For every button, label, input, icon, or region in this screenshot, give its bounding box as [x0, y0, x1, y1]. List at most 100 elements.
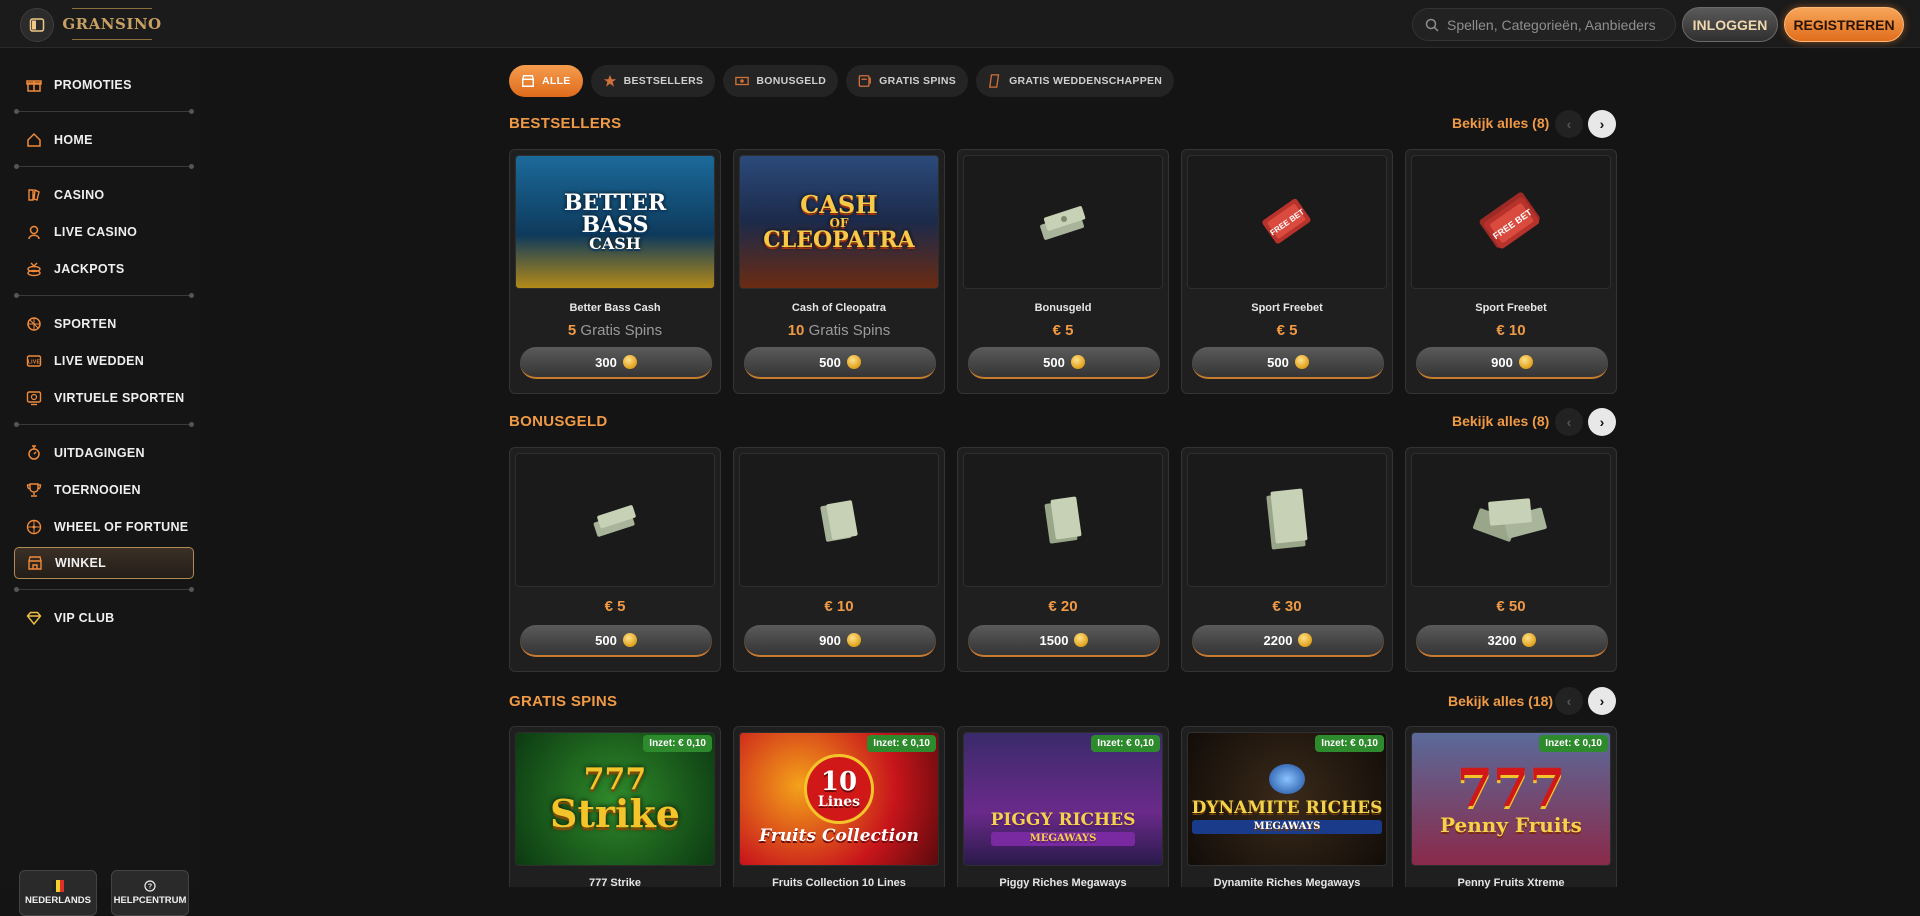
- shop-card[interactable]: Bonusgeld € 5 500: [957, 149, 1169, 394]
- filter-label: ALLE: [542, 75, 571, 87]
- cash-stack-icon: [593, 505, 636, 537]
- carousel-next-button[interactable]: ›: [1588, 408, 1616, 436]
- see-all-gratis-spins-link[interactable]: Bekijk alles (18): [1448, 693, 1553, 709]
- sidebar-item-home[interactable]: HOME: [14, 125, 194, 155]
- shop-card[interactable]: 777 Penny Fruits Inzet: € 0,10 Penny Frui…: [1405, 726, 1617, 889]
- shop-card[interactable]: CASH OF CLEOPATRA Cash of Cleopatra 10 Gra…: [733, 149, 945, 394]
- sidebar-divider: [14, 164, 194, 169]
- price-value: 500: [1043, 354, 1065, 370]
- sports-ball-icon: [26, 316, 42, 332]
- filter-gratis-spins[interactable]: GRATIS SPINS: [846, 65, 969, 97]
- buy-button[interactable]: 2200: [1192, 625, 1384, 657]
- card-reward: 10 Gratis Spins: [734, 322, 944, 339]
- buy-button[interactable]: 500: [1192, 347, 1384, 379]
- buy-button[interactable]: 900: [1416, 347, 1608, 379]
- sidebar-toggle-button[interactable]: [20, 8, 54, 42]
- sidebar-item-casino[interactable]: CASINO: [14, 180, 194, 210]
- card-name: Better Bass Cash: [569, 302, 661, 314]
- search-bar[interactable]: [1412, 8, 1676, 41]
- carousel-next-button[interactable]: ›: [1588, 687, 1616, 715]
- shop-card[interactable]: BETTER BASS CASH Better Bass Cash 5 Gratis…: [509, 149, 721, 394]
- shop-card[interactable]: FREE BET Sport Freebet € 10 900: [1405, 149, 1617, 394]
- buy-button[interactable]: 1500: [968, 625, 1160, 657]
- price-value: 500: [595, 632, 617, 648]
- sidebar-item-label: CASINO: [54, 188, 105, 202]
- sidebar-item-vip-club[interactable]: VIP CLUB: [14, 603, 194, 633]
- filter-all[interactable]: ALLE: [509, 65, 583, 97]
- language-label: NEDERLANDS: [25, 895, 91, 906]
- card-name: Piggy Riches Megaways: [999, 877, 1127, 889]
- shop-card[interactable]: € 20 1500: [957, 447, 1169, 672]
- jackpot-icon: [26, 261, 42, 277]
- sidebar-item-label: LIVE WEDDEN: [54, 354, 145, 368]
- sidebar-item-live-casino[interactable]: LIVE CASINO: [14, 217, 194, 247]
- bonus-money-thumbnail: [739, 453, 939, 587]
- carousel-prev-button[interactable]: ‹: [1555, 687, 1583, 715]
- sidebar-item-virtuele-sporten[interactable]: VIRTUELE SPORTEN: [14, 383, 194, 413]
- live-betting-icon: LIVE: [26, 353, 42, 369]
- coin-icon: [1074, 633, 1089, 647]
- section-title-gratis-spins: GRATIS SPINS: [509, 693, 618, 710]
- shop-card[interactable]: € 10 900: [733, 447, 945, 672]
- buy-button[interactable]: 500: [744, 347, 936, 379]
- buy-button[interactable]: 300: [520, 347, 712, 379]
- search-input[interactable]: [1447, 16, 1657, 33]
- shop-card[interactable]: 10 Lines Fruits Collection Inzet: € 0,10 F…: [733, 726, 945, 889]
- card-amount: € 50: [1496, 598, 1526, 615]
- sidebar-divider: [14, 293, 194, 298]
- buy-button[interactable]: 900: [744, 625, 936, 657]
- filter-bonusgeld[interactable]: BONUSGELD: [723, 65, 839, 97]
- see-all-bonusgeld-link[interactable]: Bekijk alles (8): [1452, 413, 1549, 429]
- card-amount: € 5: [1052, 322, 1074, 339]
- shop-card[interactable]: DYNAMITE RICHES MEGAWAYS Inzet: € 0,10 Dy…: [1181, 726, 1393, 889]
- shop-card[interactable]: € 5 500: [509, 447, 721, 672]
- buy-button[interactable]: 500: [520, 625, 712, 657]
- filter-bestsellers[interactable]: BESTSELLERS: [590, 65, 716, 97]
- card-name: Dynamite Riches Megaways: [1213, 877, 1361, 889]
- shop-card[interactable]: € 50 3200: [1405, 447, 1617, 672]
- search-icon: [1425, 18, 1439, 32]
- sidebar-item-label: UITDAGINGEN: [54, 446, 145, 460]
- sidebar-item-sporten[interactable]: SPORTEN: [14, 309, 194, 339]
- game-thumbnail-penny-fruits: 777 Penny Fruits Inzet: € 0,10: [1411, 732, 1611, 866]
- coin-icon: [622, 633, 637, 647]
- card-name: Sport Freebet: [1475, 302, 1547, 314]
- spins-icon: [858, 75, 872, 87]
- sidebar-item-live-wedden[interactable]: LIVE LIVE WEDDEN: [14, 346, 194, 376]
- shop-card[interactable]: FREE BET Sport Freebet € 5 500: [1181, 149, 1393, 394]
- chevron-left-icon: ‹: [1566, 414, 1572, 430]
- sidebar-item-winkel[interactable]: WINKEL: [14, 547, 194, 579]
- carousel-prev-button[interactable]: ‹: [1555, 110, 1583, 138]
- shop-card[interactable]: PIGGY RICHES MEGAWAYS Inzet: € 0,10 Piggy…: [957, 726, 1169, 889]
- register-button[interactable]: REGISTREREN: [1784, 7, 1904, 42]
- belgium-flag-icon: [52, 880, 64, 892]
- game-logo: BETTER BASS CASH: [563, 190, 667, 253]
- price-value: 1500: [1039, 632, 1069, 648]
- sidebar-item-label: WHEEL OF FORTUNE: [54, 520, 189, 534]
- sidebar-item-wheel-of-fortune[interactable]: WHEEL OF FORTUNE: [14, 512, 194, 542]
- sidebar-item-toernooien[interactable]: TOERNOOIEN: [14, 475, 194, 505]
- login-button[interactable]: INLOGGEN: [1682, 7, 1778, 42]
- stake-badge: Inzet: € 0,10: [1539, 735, 1608, 752]
- sidebar-item-jackpots[interactable]: JACKPOTS: [14, 254, 194, 284]
- game-logo: DYNAMITE RICHES MEGAWAYS: [1191, 764, 1383, 834]
- buy-button[interactable]: 500: [968, 347, 1160, 379]
- card-name: Cash of Cleopatra: [791, 302, 887, 314]
- help-center-button[interactable]: ? HELPCENTRUM: [111, 870, 189, 916]
- cash-stack-icon: [1266, 488, 1308, 550]
- carousel-prev-button[interactable]: ‹: [1555, 408, 1583, 436]
- language-button[interactable]: NEDERLANDS: [19, 870, 97, 916]
- sidebar-item-uitdagingen[interactable]: UITDAGINGEN: [14, 438, 194, 468]
- buy-button[interactable]: 3200: [1416, 625, 1608, 657]
- stake-badge: Inzet: € 0,10: [867, 735, 936, 752]
- filter-gratis-weddenschappen[interactable]: GRATIS WEDDENSCHAPPEN: [976, 65, 1175, 97]
- sidebar-item-promoties[interactable]: PROMOTIES: [14, 70, 194, 100]
- carousel-next-button[interactable]: ›: [1588, 110, 1616, 138]
- shop-card[interactable]: 777 Strike Inzet: € 0,10 777 Strike: [509, 726, 721, 889]
- game-thumbnail-cash-of-cleopatra: CASH OF CLEOPATRA: [739, 155, 939, 289]
- site-logo[interactable]: GRANSINO: [62, 8, 161, 40]
- sidebar-toggle-icon: [29, 18, 45, 32]
- see-all-bestsellers-link[interactable]: Bekijk alles (8): [1452, 115, 1549, 131]
- shop-card[interactable]: € 30 2200: [1181, 447, 1393, 672]
- help-center-label: HELPCENTRUM: [113, 895, 187, 906]
